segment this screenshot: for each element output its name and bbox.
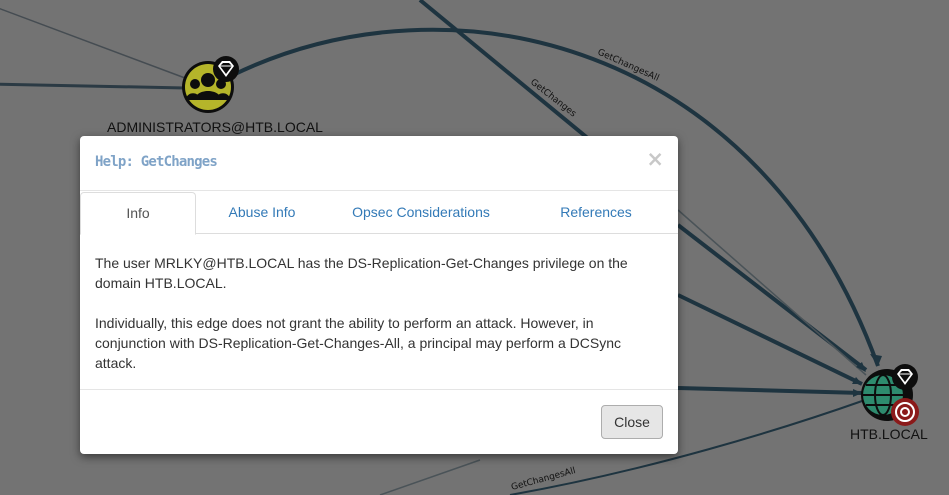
edge-line[interactable] bbox=[0, 82, 186, 90]
gem-icon bbox=[892, 364, 918, 390]
tab-opsec-considerations[interactable]: Opsec Considerations bbox=[336, 192, 506, 234]
info-paragraph-1: The user MRLKY@HTB.LOCAL has the DS-Repl… bbox=[95, 255, 628, 291]
modal-title: Help: GetChanges bbox=[95, 154, 218, 170]
close-button[interactable]: Close bbox=[601, 405, 663, 439]
edge-line[interactable] bbox=[676, 223, 868, 372]
modal-tabs: Info Abuse Info Opsec Considerations Ref… bbox=[80, 192, 678, 235]
tab-content-info: The user MRLKY@HTB.LOCAL has the DS-Repl… bbox=[95, 253, 655, 393]
node-label-htb-local: HTB.LOCAL bbox=[850, 426, 928, 442]
node-htb-local[interactable] bbox=[861, 364, 919, 426]
info-paragraph-2: Individually, this edge does not grant t… bbox=[95, 315, 621, 371]
node-label-administrators: ADMINISTRATORS@HTB.LOCAL bbox=[107, 119, 323, 135]
close-icon[interactable]: × bbox=[646, 149, 664, 170]
tab-references[interactable]: References bbox=[546, 192, 646, 234]
edge-line[interactable] bbox=[677, 386, 863, 395]
help-modal: Help: GetChanges × Info Abuse Info Opsec… bbox=[80, 136, 678, 454]
gem-icon bbox=[213, 56, 239, 82]
modal-header: Help: GetChanges × bbox=[80, 136, 678, 191]
modal-footer: Close bbox=[80, 389, 678, 454]
tab-info[interactable]: Info bbox=[80, 192, 196, 235]
target-icon bbox=[891, 398, 919, 426]
edge-line[interactable] bbox=[0, 5, 186, 79]
edge-label-getchanges: GetChanges bbox=[528, 77, 578, 119]
edge-line[interactable] bbox=[677, 209, 867, 376]
edge-line[interactable] bbox=[677, 293, 863, 386]
edge-line[interactable] bbox=[418, 0, 592, 142]
tab-abuse-info[interactable]: Abuse Info bbox=[212, 192, 312, 234]
edge-line[interactable] bbox=[379, 459, 481, 495]
node-administrators[interactable] bbox=[182, 56, 239, 113]
